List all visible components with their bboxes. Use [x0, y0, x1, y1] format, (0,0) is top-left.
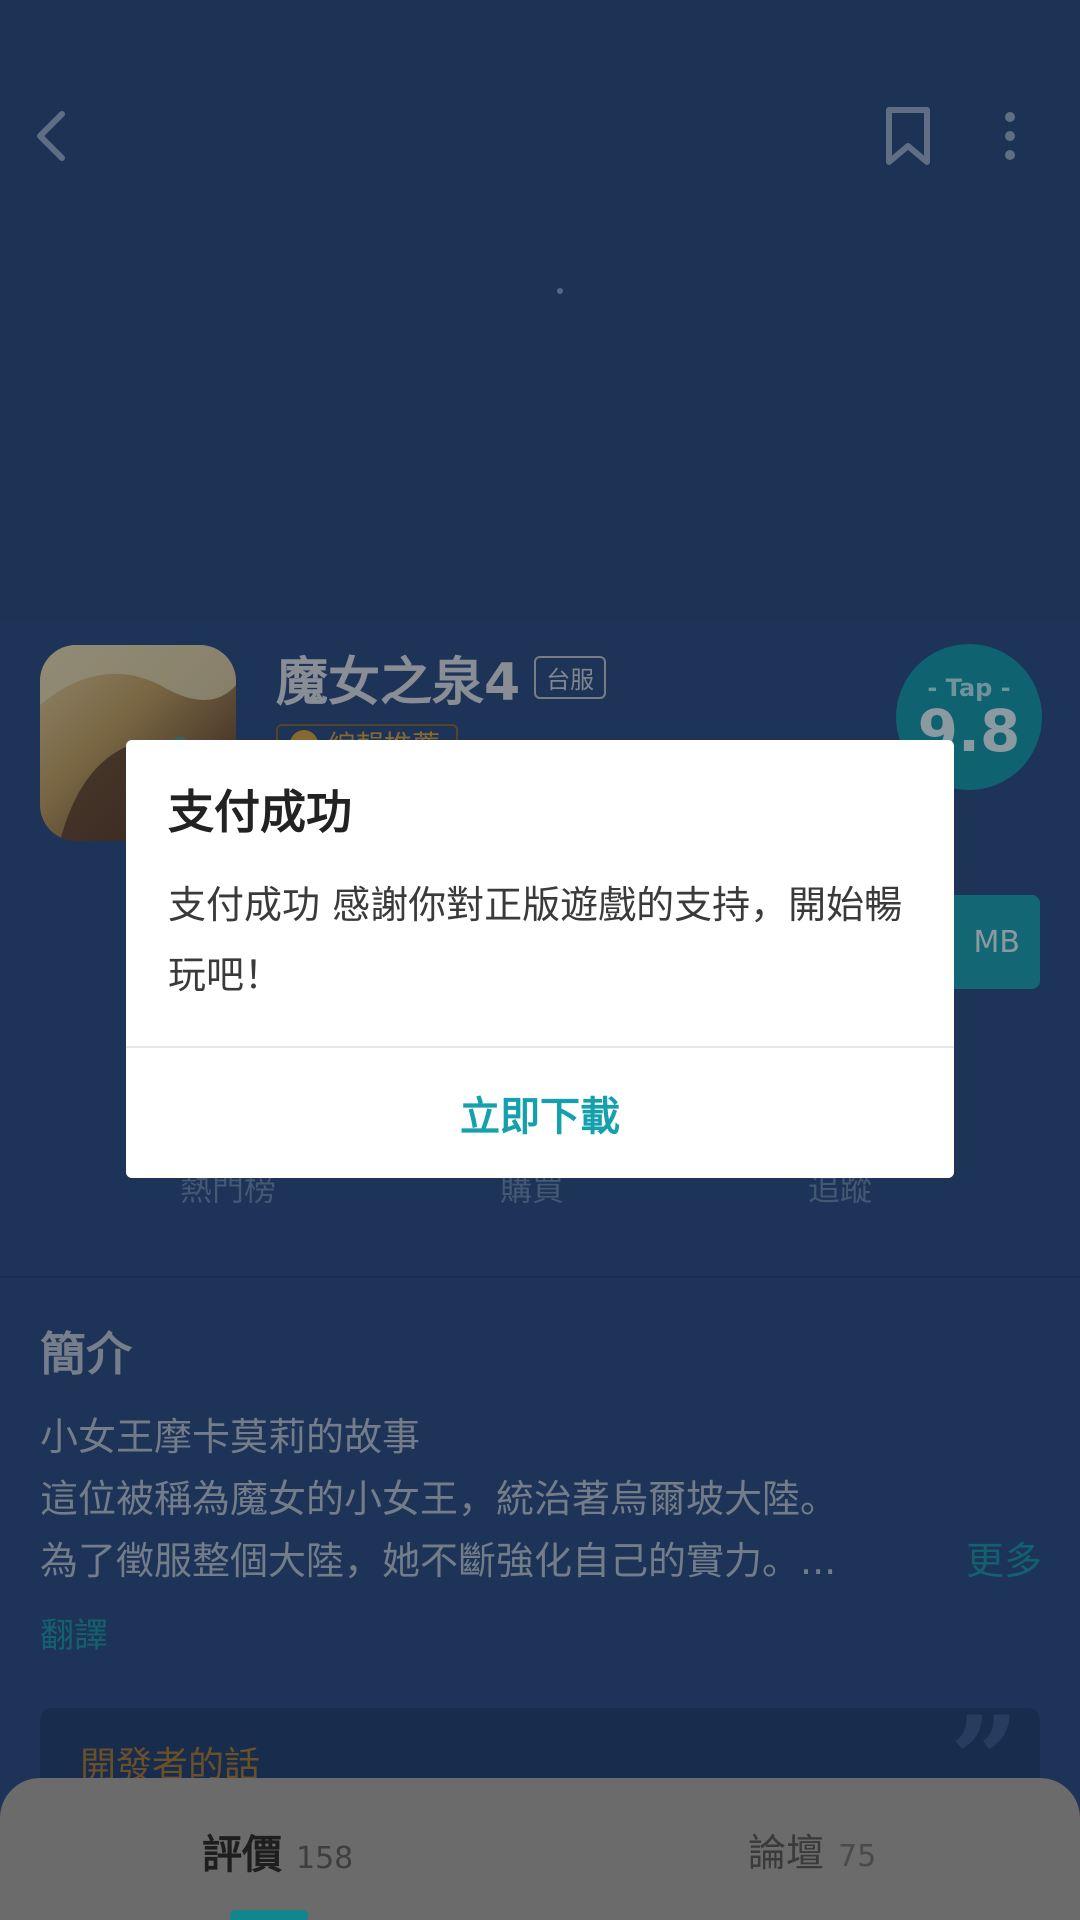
tab-forum[interactable]: 論壇 75: [748, 1822, 876, 1877]
dialog-message: 支付成功 感謝你對正版遊戲的支持，開始暢玩吧！: [168, 883, 903, 997]
tab-forum-label: 論壇: [748, 1831, 825, 1875]
tab-active-indicator: [230, 1910, 308, 1920]
payment-success-dialog: 支付成功 支付成功 感謝你對正版遊戲的支持，開始暢玩吧！ 立即下載: [126, 740, 954, 1178]
tab-reviews-label: 評價: [202, 1832, 282, 1878]
dialog-title: 支付成功: [168, 785, 352, 839]
download-now-button[interactable]: 立即下載: [126, 1048, 954, 1178]
tab-reviews[interactable]: 評價 158: [202, 1822, 353, 1880]
bottom-tab-sheet: [0, 1778, 1080, 1920]
tab-reviews-count: 158: [296, 1841, 354, 1876]
tab-forum-count: 75: [838, 1839, 877, 1874]
